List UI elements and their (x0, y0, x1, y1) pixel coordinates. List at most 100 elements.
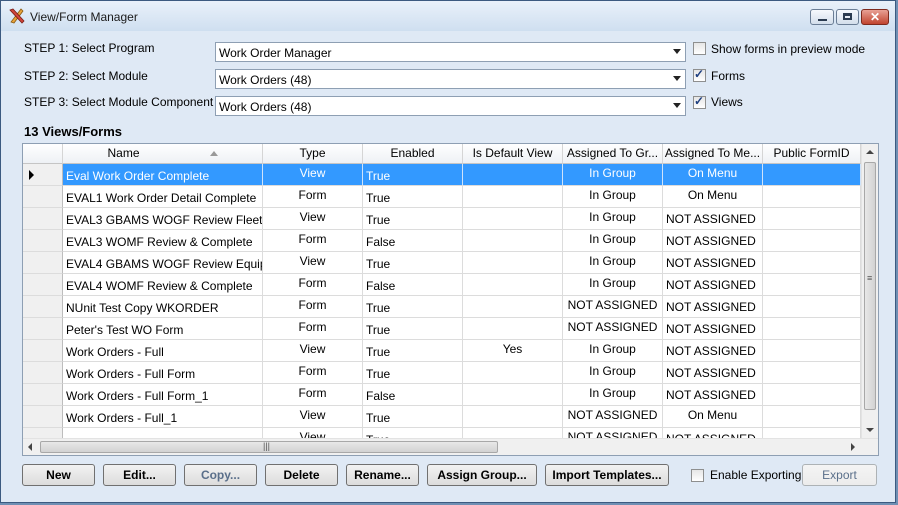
cell-assigned-to-menu[interactable]: On Menu (663, 186, 763, 208)
table-row[interactable]: EVAL1 Work Order Detail Complete Form True… (23, 186, 861, 208)
table-row[interactable]: EVAL3 GBAMS WOGF Review Fleet View True In … (23, 208, 861, 230)
cell-is-default-view[interactable] (463, 296, 563, 318)
component-select[interactable]: Work Orders (48) (215, 96, 686, 116)
cell-assigned-to-group[interactable]: In Group (563, 164, 663, 186)
cell-name[interactable]: EVAL3 WOMF Review & Complete (63, 230, 263, 252)
cell-assigned-to-menu[interactable]: NOT ASSIGNED (663, 252, 763, 274)
cell-type[interactable]: Form (263, 296, 363, 318)
cell-public-formid[interactable] (763, 384, 861, 406)
table-row[interactable]: Eval Work Order Complete View True In Group… (23, 164, 861, 186)
cell-assigned-to-group[interactable]: In Group (563, 208, 663, 230)
table-row[interactable]: EVAL4 GBAMS WOGF Review Equip... View True… (23, 252, 861, 274)
enable-exporting-checkbox[interactable] (691, 469, 704, 482)
cell-assigned-to-group[interactable]: NOT ASSIGNED (563, 406, 663, 428)
cell-name[interactable]: NUnit Test Copy WKORDER (63, 296, 263, 318)
cell-name[interactable]: EVAL1 Work Order Detail Complete (63, 186, 263, 208)
cell-assigned-to-menu[interactable]: On Menu (663, 164, 763, 186)
cell-public-formid[interactable] (763, 164, 861, 186)
cell-public-formid[interactable] (763, 318, 861, 340)
row-header[interactable] (23, 362, 63, 384)
cell-is-default-view[interactable] (463, 384, 563, 406)
cell-name[interactable]: Work Orders - Full (63, 340, 263, 362)
cell-public-formid[interactable] (763, 230, 861, 252)
maximize-button[interactable] (836, 9, 859, 25)
cell-assigned-to-menu[interactable]: NOT ASSIGNED (663, 274, 763, 296)
cell-name[interactable]: Eval Work Order Complete (63, 164, 263, 186)
cell-enabled[interactable]: True (363, 186, 463, 208)
cell-name[interactable]: EVAL3 GBAMS WOGF Review Fleet (63, 208, 263, 230)
forms-checkbox[interactable] (693, 67, 706, 82)
row-header[interactable] (23, 318, 63, 340)
row-header[interactable] (23, 274, 63, 296)
cell-is-default-view[interactable] (463, 164, 563, 186)
horizontal-scroll-thumb[interactable]: ||| (40, 441, 498, 453)
cell-type[interactable]: Form (263, 230, 363, 252)
cell-type[interactable]: Form (263, 274, 363, 296)
scroll-up-icon[interactable] (866, 150, 874, 154)
vertical-scroll-thumb[interactable]: ≡ (864, 162, 876, 410)
rename-button[interactable]: Rename... (346, 464, 419, 486)
row-header[interactable] (23, 208, 63, 230)
cell-assigned-to-menu[interactable]: NOT ASSIGNED (663, 362, 763, 384)
cell-type[interactable]: View (263, 406, 363, 428)
cell-assigned-to-group[interactable]: NOT ASSIGNED (563, 296, 663, 318)
cell-name[interactable]: Peter's Test WO Form (63, 318, 263, 340)
cell-assigned-to-menu[interactable]: On Menu (663, 406, 763, 428)
views-checkbox[interactable] (693, 94, 706, 109)
row-header[interactable] (23, 230, 63, 252)
cell-name[interactable]: Work Orders - Full Form_1 (63, 384, 263, 406)
cell-public-formid[interactable] (763, 274, 861, 296)
row-header[interactable] (23, 252, 63, 274)
table-row[interactable]: Work Orders - Full Form Form True In Group N… (23, 362, 861, 384)
cell-is-default-view[interactable] (463, 274, 563, 296)
cell-type[interactable]: View (263, 164, 363, 186)
cell-type[interactable]: Form (263, 362, 363, 384)
cell-enabled[interactable]: False (363, 384, 463, 406)
cell-assigned-to-group[interactable]: In Group (563, 384, 663, 406)
cell-is-default-view[interactable] (463, 318, 563, 340)
cell-type[interactable]: View (263, 340, 363, 362)
cell-assigned-to-menu[interactable]: NOT ASSIGNED (663, 230, 763, 252)
cell-enabled[interactable]: True (363, 164, 463, 186)
cell-assigned-to-menu[interactable]: NOT ASSIGNED (663, 384, 763, 406)
cell-public-formid[interactable] (763, 186, 861, 208)
minimize-button[interactable] (810, 9, 834, 25)
cell-enabled[interactable]: True (363, 252, 463, 274)
cell-assigned-to-group[interactable]: In Group (563, 340, 663, 362)
cell-is-default-view[interactable] (463, 252, 563, 274)
close-button[interactable]: ✕ (861, 9, 889, 25)
vertical-scrollbar[interactable]: ≡ (861, 144, 878, 439)
scroll-left-icon[interactable] (28, 443, 32, 451)
cell-is-default-view[interactable]: Yes (463, 340, 563, 362)
column-header-public-formid[interactable]: Public FormID (763, 144, 861, 164)
cell-assigned-to-menu[interactable]: NOT ASSIGNED (663, 318, 763, 340)
cell-assigned-to-menu[interactable]: NOT ASSIGNED (663, 340, 763, 362)
cell-assigned-to-group[interactable]: NOT ASSIGNED (563, 318, 663, 340)
table-row[interactable]: Peter's Test WO Form Form True NOT ASSIGNED… (23, 318, 861, 340)
table-row[interactable]: Work Orders - Full Form_1 Form False In Gro… (23, 384, 861, 406)
views-forms-grid[interactable]: Name Type Enabled Is Default View Assign… (22, 143, 879, 456)
cell-type[interactable]: Form (263, 186, 363, 208)
cell-assigned-to-menu[interactable]: NOT ASSIGNED (663, 208, 763, 230)
cell-assigned-to-group[interactable]: In Group (563, 230, 663, 252)
cell-enabled[interactable]: True (363, 340, 463, 362)
cell-assigned-to-group[interactable]: In Group (563, 186, 663, 208)
cell-assigned-to-group[interactable]: In Group (563, 274, 663, 296)
cell-enabled[interactable]: True (363, 406, 463, 428)
cell-assigned-to-group[interactable]: In Group (563, 252, 663, 274)
cell-enabled[interactable]: True (363, 296, 463, 318)
scroll-down-icon[interactable] (866, 428, 874, 432)
table-row[interactable]: Work Orders - Full_1 View True NOT ASSIGNED… (23, 406, 861, 428)
cell-enabled[interactable]: True (363, 362, 463, 384)
horizontal-scrollbar[interactable]: ||| (23, 438, 878, 455)
cell-is-default-view[interactable] (463, 186, 563, 208)
program-select[interactable]: Work Order Manager (215, 42, 686, 62)
new-button[interactable]: New (22, 464, 95, 486)
cell-enabled[interactable]: True (363, 318, 463, 340)
column-header-assigned-to-menu[interactable]: Assigned To Me... (663, 144, 763, 164)
row-header[interactable] (23, 186, 63, 208)
export-button[interactable]: Export (802, 464, 877, 486)
copy-button[interactable]: Copy... (184, 464, 257, 486)
table-row[interactable]: EVAL4 WOMF Review & Complete Form False In … (23, 274, 861, 296)
title-bar[interactable]: View/Form Manager ✕ (1, 1, 895, 31)
